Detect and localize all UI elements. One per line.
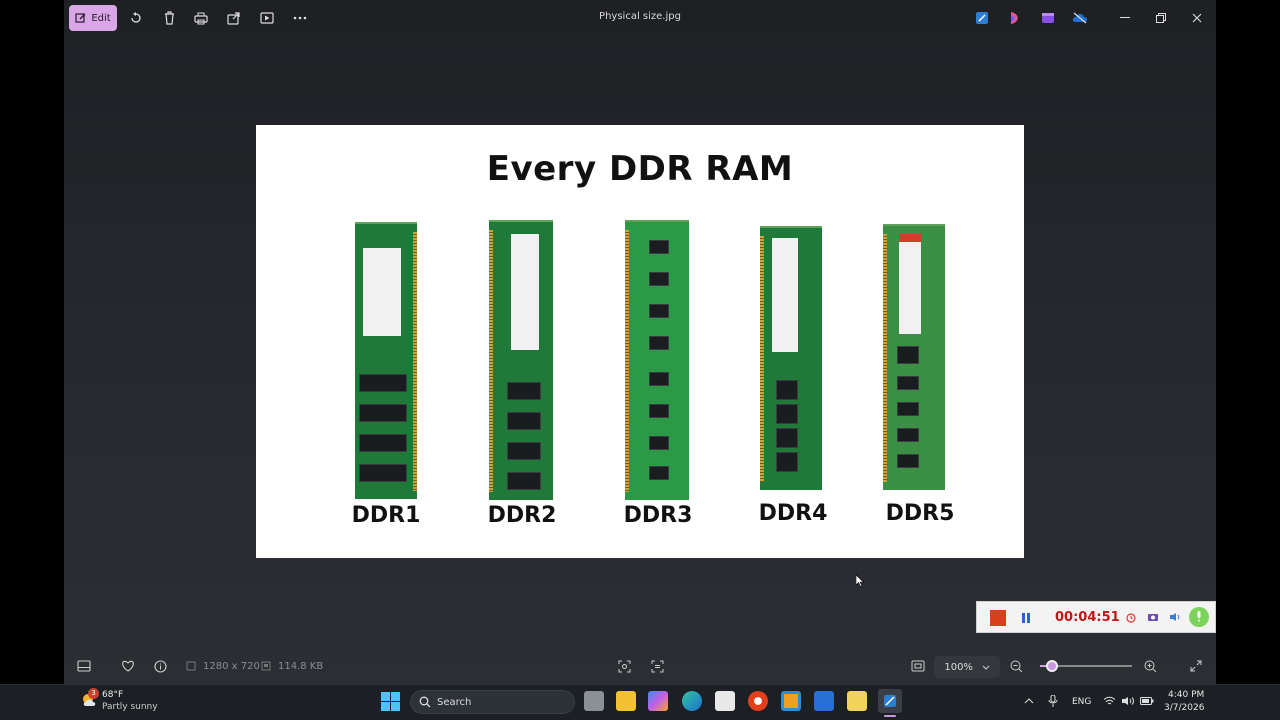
clipchamp-icon[interactable] [1038, 8, 1058, 28]
zoom-slider-thumb[interactable] [1046, 660, 1058, 672]
right-letterbox [1216, 0, 1280, 684]
ddr5-module-image [883, 224, 945, 490]
weather-description[interactable]: Partly sunny [102, 702, 158, 712]
search-placeholder: Search [437, 696, 472, 708]
clock-time[interactable]: 4:40 PM [1168, 690, 1204, 700]
photo-editor-icon[interactable] [972, 8, 992, 28]
chevron-down-icon [982, 665, 989, 670]
weather-temperature[interactable]: 68°F [102, 690, 123, 700]
ddr3-label: DDR3 [623, 503, 693, 528]
microphone-icon[interactable] [1048, 695, 1058, 707]
weather-badge: 3 [88, 688, 99, 699]
ddr2-label: DDR2 [487, 503, 557, 528]
webcam-icon[interactable] [1147, 612, 1159, 622]
volume-icon[interactable] [1121, 696, 1134, 706]
file-info-icon[interactable] [150, 656, 170, 676]
restore-button[interactable] [1152, 9, 1170, 27]
ddr3-module-image [625, 220, 689, 500]
search-icon [419, 696, 431, 708]
snipping-tool-icon[interactable] [781, 691, 801, 711]
copilot-icon[interactable] [648, 691, 668, 711]
speaker-icon[interactable] [1169, 612, 1181, 622]
taskbar-search-box[interactable]: Search [410, 690, 575, 714]
zoom-out-icon[interactable] [1006, 656, 1026, 676]
ddr5-label: DDR5 [885, 501, 955, 526]
zoom-in-icon[interactable] [1140, 656, 1160, 676]
pause-icon[interactable] [1021, 612, 1031, 624]
designer-icon[interactable] [1005, 8, 1025, 28]
chevron-up-icon[interactable] [1024, 698, 1034, 704]
zoom-level-dropdown[interactable]: 100% [934, 656, 1000, 678]
outlook-icon[interactable] [814, 691, 834, 711]
image-title: Every DDR RAM [486, 149, 794, 189]
minimize-button[interactable] [1116, 9, 1134, 27]
visual-search-icon[interactable] [614, 656, 634, 676]
copy-text-icon[interactable] [647, 656, 667, 676]
ddr4-label: DDR4 [758, 501, 828, 526]
close-button[interactable] [1188, 9, 1206, 27]
microsoft-store-icon[interactable] [715, 691, 735, 711]
word-icon[interactable] [847, 691, 867, 711]
recorder-app-icon[interactable] [748, 691, 768, 711]
active-app-indicator [884, 715, 896, 717]
alarm-clock-icon[interactable] [1125, 611, 1137, 623]
favorite-heart-icon[interactable] [118, 656, 138, 676]
left-letterbox [0, 0, 64, 684]
file-size-icon [261, 661, 271, 671]
microphone-active-icon[interactable] [1189, 607, 1209, 627]
ddr1-module-image [355, 222, 417, 499]
edge-browser-icon[interactable] [682, 691, 702, 711]
screen-recorder-widget: 00:04:51 [976, 601, 1216, 633]
windows-start-icon[interactable] [381, 692, 400, 711]
file-explorer-icon[interactable] [616, 691, 636, 711]
ddr2-module-image [489, 220, 553, 500]
ddr4-module-image [760, 226, 822, 490]
photos-app-window: Edit Physical size.jpg Every DDR RAM DDR… [64, 0, 1216, 684]
image-dimensions: 1280 x 720 [203, 661, 260, 672]
onedrive-off-icon[interactable] [1070, 8, 1090, 28]
fullscreen-icon[interactable] [1186, 656, 1206, 676]
task-view-icon[interactable] [584, 691, 604, 711]
photo-canvas: Every DDR RAM DDR1 DDR2 DDR3 DDR4 DDR5 [256, 125, 1024, 558]
mouse-cursor-icon [856, 575, 864, 587]
fit-to-window-icon[interactable] [908, 656, 928, 676]
dimensions-icon [186, 661, 196, 671]
record-stop-button[interactable] [990, 610, 1006, 626]
clock-date[interactable]: 3/7/2026 [1164, 703, 1204, 713]
file-size: 114.8 KB [278, 661, 324, 672]
filmstrip-icon[interactable] [74, 656, 94, 676]
recording-timer: 00:04:51 [1055, 610, 1120, 625]
zoom-value: 100% [944, 661, 973, 673]
top-toolbar: Edit Physical size.jpg [64, 0, 1216, 36]
input-language[interactable]: ENG [1072, 697, 1091, 707]
wifi-icon[interactable] [1103, 696, 1116, 706]
ddr1-label: DDR1 [351, 503, 421, 528]
battery-icon[interactable] [1140, 697, 1154, 705]
photos-app-active-icon[interactable] [878, 689, 902, 713]
